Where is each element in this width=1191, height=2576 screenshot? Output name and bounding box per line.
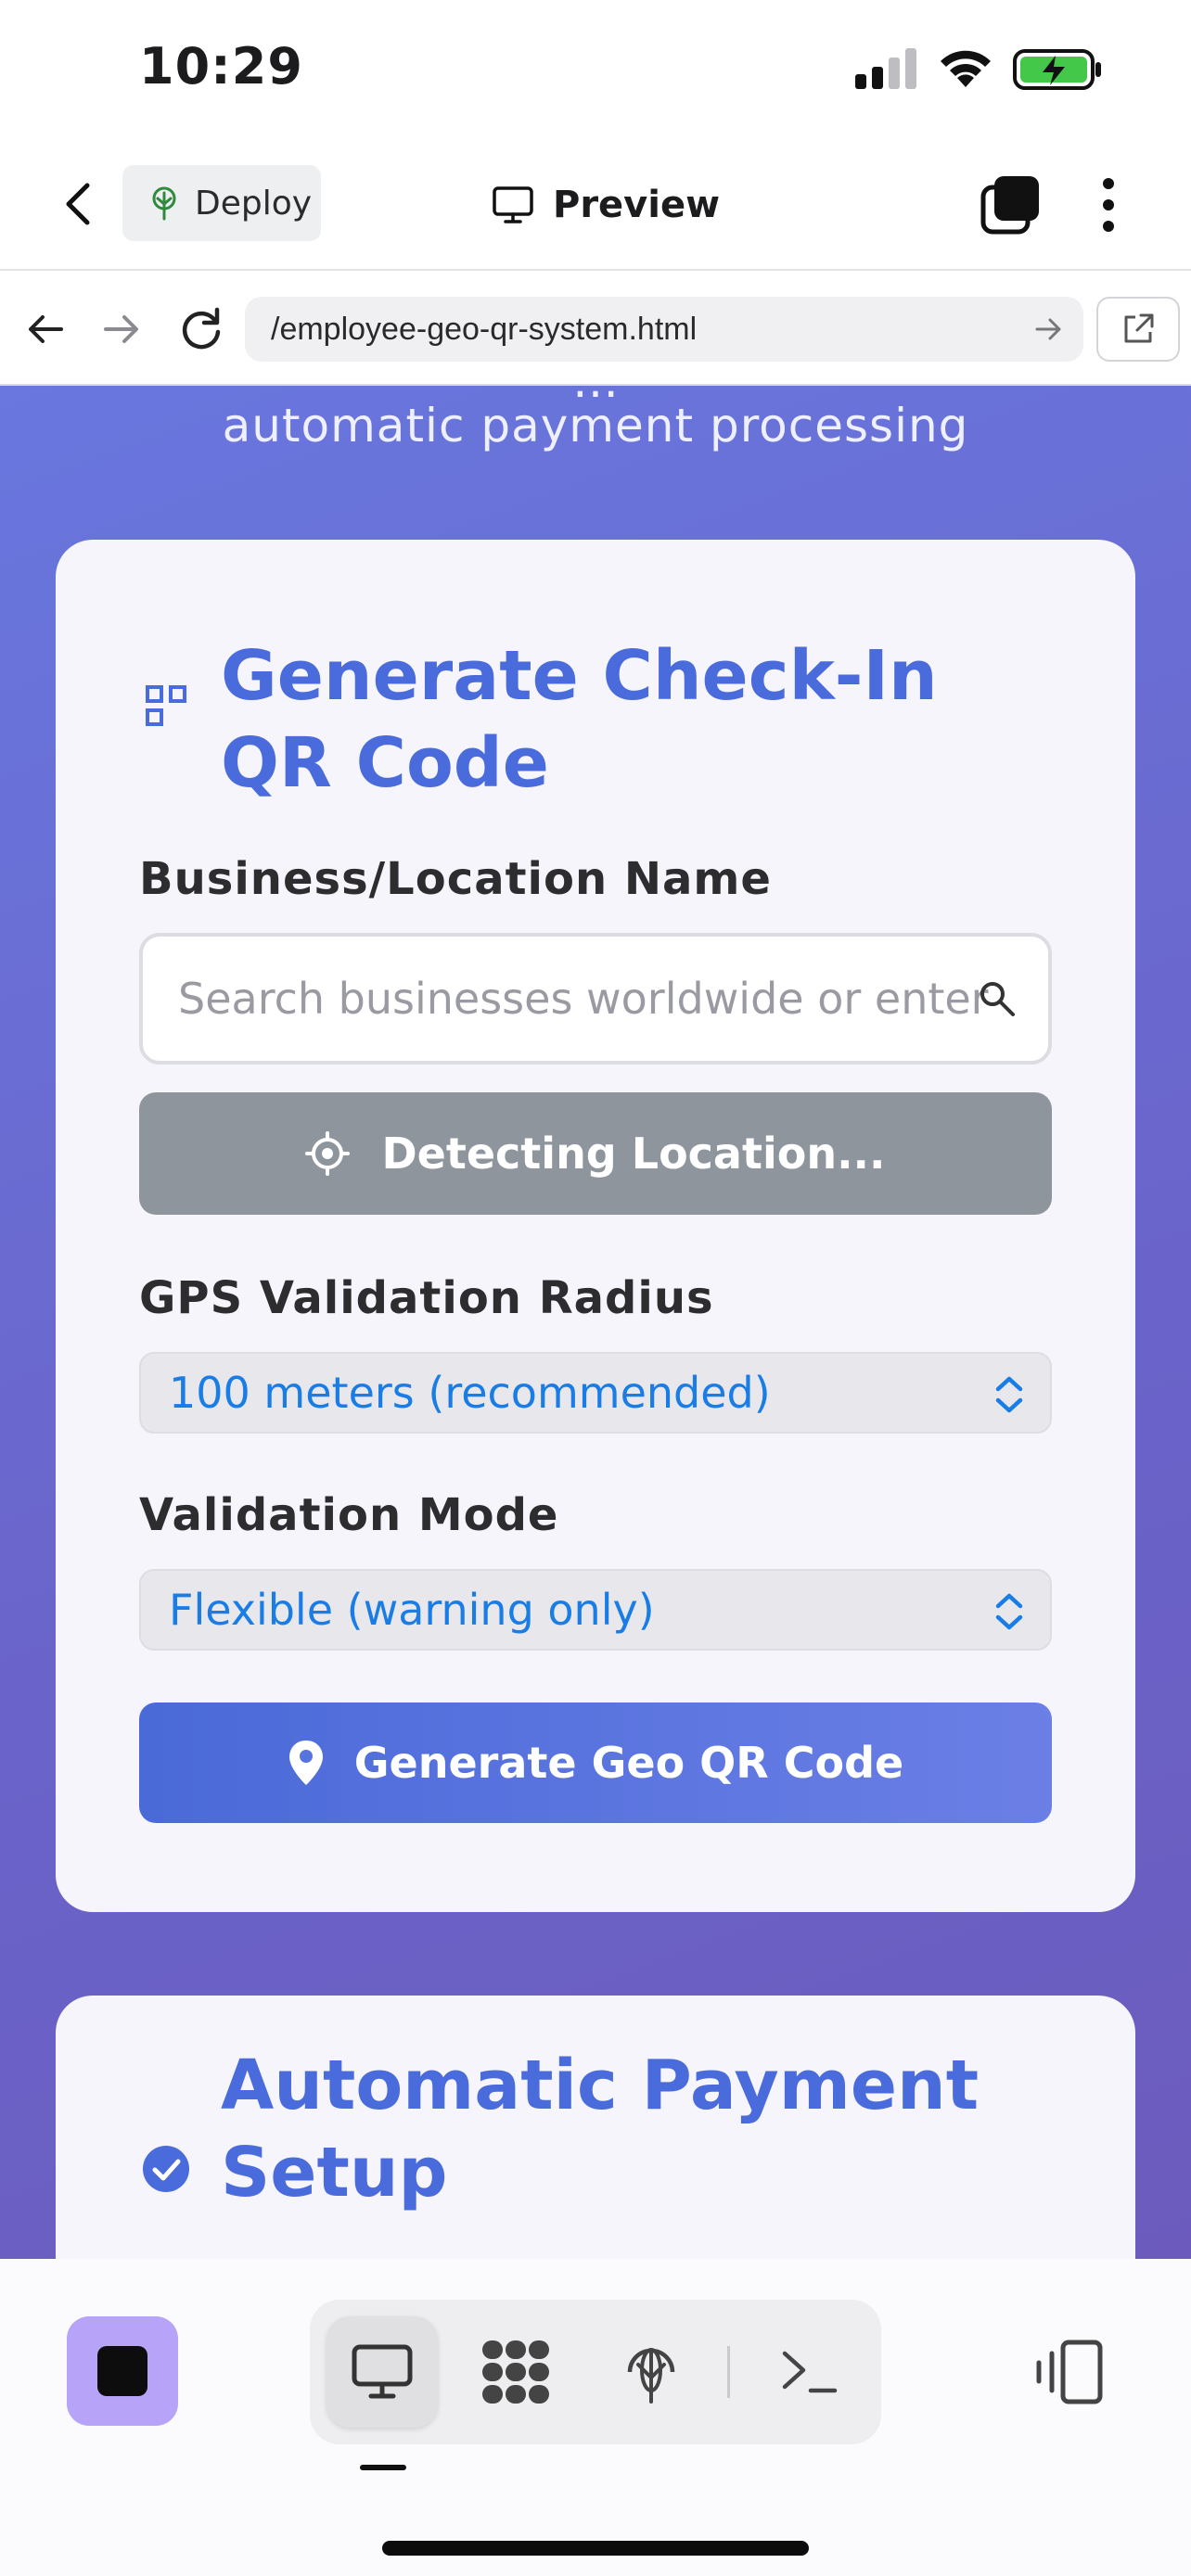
monitor-icon (352, 2344, 413, 2399)
reload-icon[interactable] (176, 304, 226, 354)
crosshair-icon (305, 1131, 351, 1176)
status-time: 10:29 (139, 37, 303, 96)
open-external-button[interactable] (1096, 297, 1180, 362)
tabs-icon[interactable] (980, 174, 1041, 236)
apps-tab[interactable] (460, 2316, 571, 2428)
monitor-icon (493, 186, 533, 223)
terminal-tab[interactable] (753, 2316, 864, 2428)
radius-label: GPS Validation Radius (139, 1272, 714, 1324)
business-search-box (139, 933, 1052, 1065)
business-name-label: Business/Location Name (139, 853, 772, 905)
qr-card-title-line2: QR Code (221, 723, 549, 803)
stop-icon (97, 2346, 147, 2396)
toolbar-divider (727, 2346, 730, 2398)
qr-card-title-line1: Generate Check-In (221, 636, 938, 716)
arrow-right-icon[interactable] (96, 304, 147, 354)
deploy-button[interactable]: Deploy (122, 165, 321, 241)
deploy-label: Deploy (195, 184, 313, 223)
stop-button[interactable] (67, 2316, 178, 2426)
radius-select[interactable]: 100 meters (recommended) (139, 1352, 1052, 1434)
search-icon[interactable] (978, 979, 1017, 1018)
chevron-updown-icon (995, 1593, 1023, 1630)
browser-toolbar: /employee-geo-qr-system.html (0, 273, 1191, 386)
more-vertical-icon[interactable] (1085, 172, 1132, 237)
validation-mode-select[interactable]: Flexible (warning only) (139, 1569, 1052, 1651)
payment-card-title-line1: Automatic Payment (221, 2046, 980, 2125)
battery-charging-icon (1013, 49, 1101, 90)
deploy-tree-icon (152, 186, 176, 221)
hero-subtitle: automatic payment processing (222, 399, 969, 453)
detect-location-label: Detecting Location... (381, 1129, 886, 1179)
terminal-icon (782, 2351, 838, 2393)
qr-code-icon (146, 685, 186, 726)
generate-qr-label: Generate Geo QR Code (353, 1738, 904, 1788)
preview-title: Preview (492, 172, 720, 237)
bottom-toolbar (0, 2259, 1191, 2576)
wifi-icon (941, 50, 991, 87)
deploy-icon (627, 2348, 675, 2404)
arrow-left-icon[interactable] (20, 304, 70, 354)
business-search-input[interactable] (178, 937, 994, 1061)
preview-label: Preview (553, 184, 721, 226)
validation-mode-value: Flexible (warning only) (169, 1585, 655, 1635)
status-bar: 10:29 (0, 0, 1191, 139)
active-tab-indicator (360, 2465, 406, 2470)
home-indicator (382, 2541, 809, 2556)
device-preview-icon[interactable] (1031, 2335, 1106, 2409)
chevron-updown-icon (995, 1376, 1023, 1413)
deploy-tab[interactable] (596, 2316, 707, 2428)
radius-select-value: 100 meters (recommended) (169, 1368, 771, 1418)
payment-card-title-line2: Setup (221, 2133, 448, 2213)
preview-tab[interactable] (327, 2316, 438, 2428)
validation-mode-label: Validation Mode (139, 1489, 559, 1541)
cellular-signal-icon (855, 48, 916, 89)
external-link-icon (1124, 313, 1154, 343)
check-circle-icon (143, 2146, 189, 2192)
payment-setup-card: Automatic Payment Setup (56, 1996, 1135, 2259)
url-text: /employee-geo-qr-system.html (271, 311, 698, 347)
qr-card-title: Generate Check-In QR Code (221, 632, 938, 807)
page-content: … automatic payment processing Generate … (0, 386, 1191, 2259)
apps-grid-icon (482, 2340, 549, 2404)
qr-generator-card: Generate Check-In QR Code Business/Locat… (56, 540, 1135, 1912)
detect-location-button[interactable]: Detecting Location... (139, 1092, 1052, 1215)
url-field[interactable]: /employee-geo-qr-system.html (245, 297, 1083, 362)
chevron-left-icon[interactable] (54, 178, 106, 230)
payment-card-title: Automatic Payment Setup (221, 2042, 979, 2216)
generate-qr-button[interactable]: Generate Geo QR Code (139, 1702, 1052, 1823)
app-header: Deploy Preview (0, 139, 1191, 271)
view-switcher (310, 2300, 881, 2444)
map-pin-icon (288, 1741, 323, 1785)
go-arrow-icon[interactable] (1031, 312, 1065, 346)
